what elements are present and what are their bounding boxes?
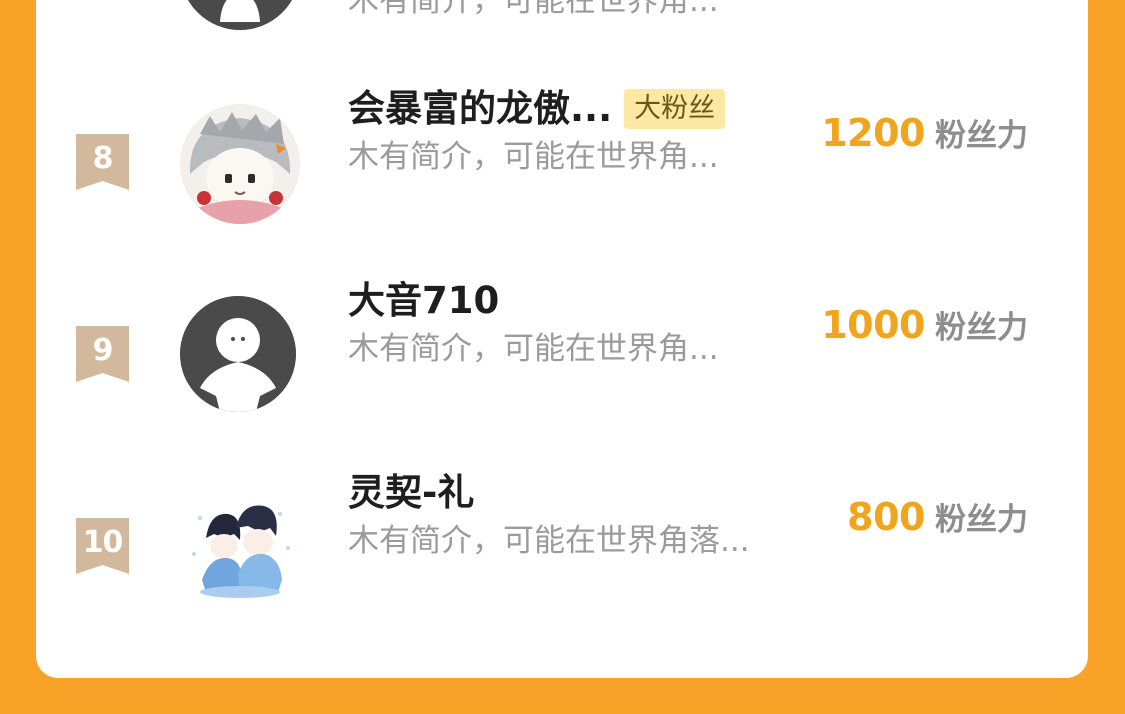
avatar[interactable]	[180, 0, 300, 30]
user-bio: 木有简介，可能在世界角...	[348, 0, 719, 19]
user-name[interactable]: 会暴富的龙傲...	[348, 84, 612, 134]
avatar[interactable]	[180, 488, 300, 608]
score-value: 1000	[821, 303, 925, 347]
ranking-card: 木有简介，可能在世界角... 8 会暴富的龙傲... 大粉丝 木有简介，可能在世…	[36, 0, 1088, 678]
rank-badge: 10	[76, 518, 129, 574]
fan-level-badge: 大粉丝	[624, 89, 726, 129]
user-bio: 木有简介，可能在世界角...	[348, 331, 719, 367]
score-unit: 粉丝力	[935, 118, 1028, 154]
user-name[interactable]: 大音710	[348, 276, 499, 326]
fan-power-score: 1200 粉丝力	[821, 108, 1028, 166]
rank-badge: 9	[76, 326, 129, 382]
user-bio: 木有简介，可能在世界角...	[348, 139, 719, 175]
name-line: 会暴富的龙傲... 大粉丝	[348, 84, 726, 134]
name-line: 大音710	[348, 276, 499, 326]
avatar[interactable]	[180, 296, 296, 412]
score-value: 800	[847, 495, 925, 539]
rank-number: 8	[92, 141, 114, 176]
default-silhouette-icon	[188, 0, 292, 30]
rank-number: 10	[82, 525, 124, 560]
list-item[interactable]: 木有简介，可能在世界角...	[36, 0, 1088, 60]
rank-number: 9	[92, 333, 114, 368]
anime-girl-avatar-icon	[180, 104, 300, 224]
score-value: 1200	[821, 111, 925, 155]
score-unit: 粉丝力	[935, 502, 1028, 538]
user-bio: 木有简介，可能在世界角落...	[348, 523, 750, 559]
list-item[interactable]: 9 大音710 木有简介，可能在世界角... 1000 粉丝力	[36, 279, 1088, 440]
anime-couple-avatar-icon	[180, 488, 300, 608]
name-line: 灵契-礼	[348, 468, 474, 518]
list-item[interactable]: 10 灵契-礼 木有简介，可能在世界角落... 800 粉丝力	[36, 471, 1088, 632]
user-name[interactable]: 灵契-礼	[348, 468, 474, 518]
fan-power-score: 1000 粉丝力	[821, 300, 1028, 358]
list-item[interactable]: 8 会暴富的龙傲... 大粉丝 木有简介，可能在世界角... 1200 粉丝力	[36, 87, 1088, 248]
score-unit: 粉丝力	[935, 310, 1028, 346]
rank-badge: 8	[76, 134, 129, 190]
default-silhouette-icon	[180, 296, 296, 412]
fan-power-score: 800 粉丝力	[847, 492, 1028, 550]
avatar[interactable]	[180, 104, 300, 224]
